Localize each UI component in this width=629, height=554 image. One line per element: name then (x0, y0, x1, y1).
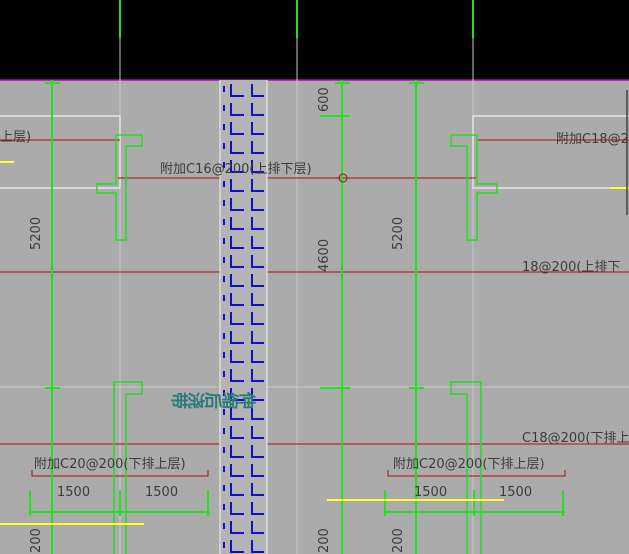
dim-top-600: 600 (317, 87, 332, 112)
dim-edge-bottom-mid: 200 (317, 528, 332, 553)
band-title: 伸缩后浇带 (170, 388, 257, 410)
dim-right-span: 5200 (391, 217, 406, 250)
drawing-sheet (0, 80, 629, 554)
band-title-text: 伸缩后浇带 (170, 388, 257, 410)
post-cast-band (220, 80, 267, 554)
dim-mid-span: 4600 (317, 239, 332, 272)
label-top-right: 附加C18@2 (556, 132, 629, 147)
label-bottom-left: 附加C20@200(下排上层) (34, 457, 186, 472)
label-top-left: 上层) (0, 130, 31, 145)
dim-bottom-right-b: 1500 (499, 485, 532, 500)
dim-edge-bottom-right: 200 (391, 528, 406, 553)
dim-bottom-right-a: 1500 (414, 485, 447, 500)
dim-bottom-left-a: 1500 (57, 485, 90, 500)
viewport-background-top (0, 0, 629, 80)
dim-left-span: 5200 (29, 217, 44, 250)
dim-bottom-left-b: 1500 (145, 485, 178, 500)
dim-edge-bottom-left: 200 (29, 528, 44, 553)
label-top-middle: 附加C16@200(上排下层) (160, 162, 312, 177)
label-bottom-right: 附加C20@200(下排上层) (393, 457, 545, 472)
label-mid-right: 18@200(上排下 (522, 260, 620, 275)
label-lower-right: C18@200(下排上 (522, 431, 629, 446)
cad-drawing-canvas[interactable]: 上层) 附加C16@200(上排下层) 附加C18@2 18@200(上排下 C… (0, 0, 629, 554)
